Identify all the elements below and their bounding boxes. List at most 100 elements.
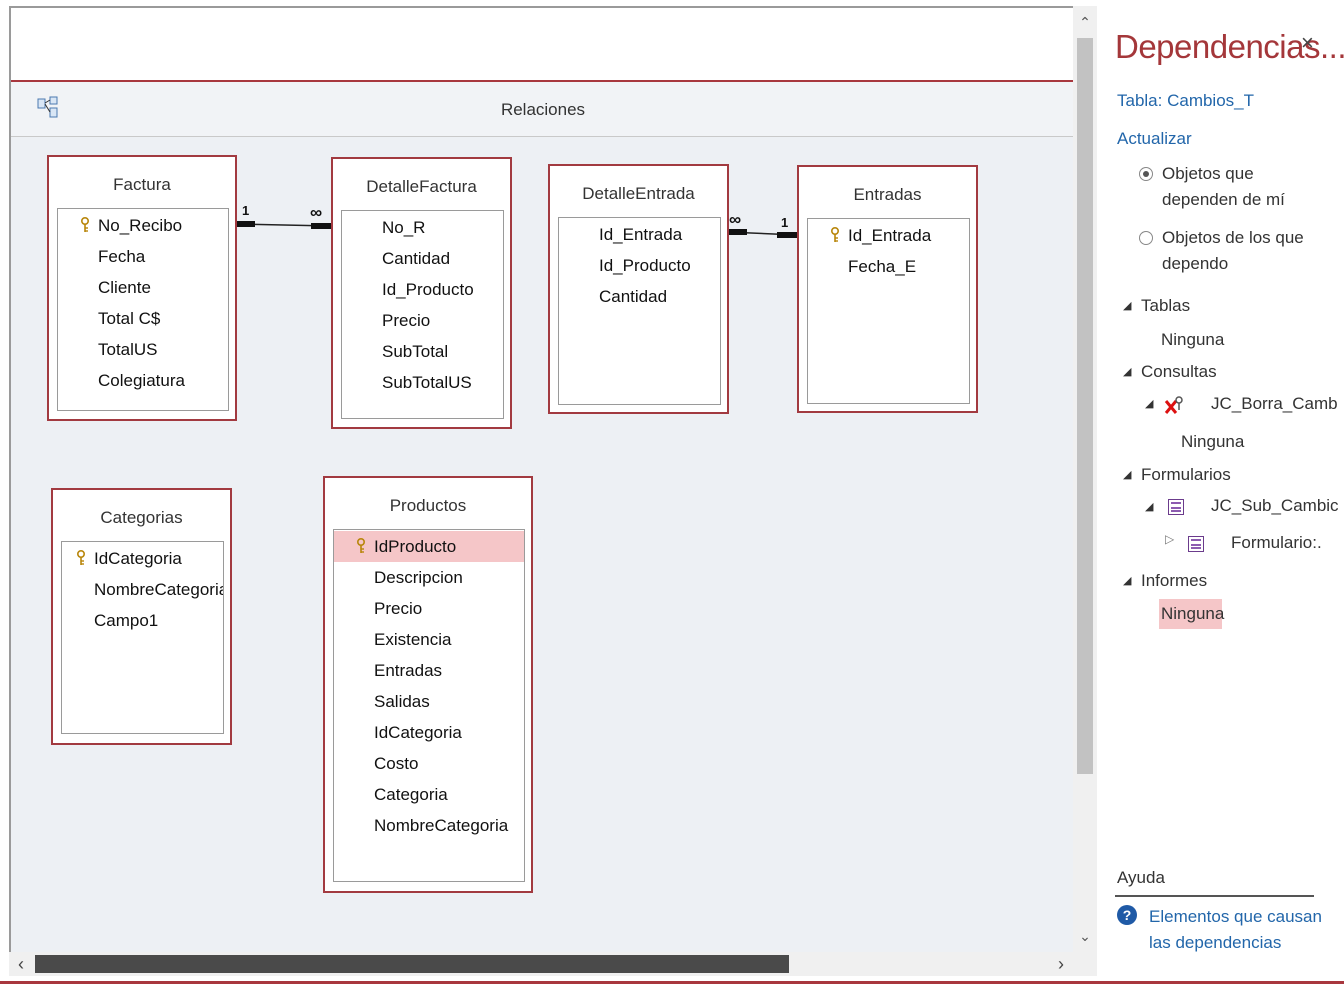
field-item[interactable]: Total C$	[58, 303, 228, 334]
table-name-link[interactable]: Tabla: Cambios_T	[1117, 91, 1254, 111]
field-item[interactable]: Cantidad	[342, 243, 503, 274]
radio-dependen-de-mi[interactable]	[1139, 167, 1153, 181]
field-item[interactable]: Colegiatura	[58, 365, 228, 396]
form-icon	[1168, 499, 1184, 515]
form-icon	[1188, 536, 1204, 552]
help-divider	[1115, 895, 1314, 897]
field-item[interactable]: Salidas	[334, 686, 524, 717]
collapse-triangle-icon[interactable]: ◢	[1123, 365, 1131, 378]
field-item[interactable]: Campo1	[62, 605, 223, 636]
table-title: Productos	[389, 496, 467, 515]
field-item[interactable]: Costo	[334, 748, 524, 779]
table-categorias[interactable]: Categorias IdCategoria NombreCategoria C…	[51, 488, 232, 745]
tree-item-subform[interactable]: Formulario:.	[1231, 533, 1322, 553]
field-item[interactable]: IdCategoria	[334, 717, 524, 748]
field-name: Salidas	[374, 692, 430, 711]
field-name: Cliente	[98, 278, 151, 297]
tree-item-query[interactable]: JC_Borra_Camb	[1211, 394, 1338, 414]
field-name: IdCategoria	[374, 723, 462, 742]
field-name: Cantidad	[599, 287, 668, 306]
help-link[interactable]: las dependencias	[1149, 933, 1281, 953]
field-item[interactable]: Id_Producto	[342, 274, 503, 305]
tree-item-value[interactable]: Ninguna	[1161, 604, 1224, 624]
field-item[interactable]: SubTotal	[342, 336, 503, 367]
table-detallefactura[interactable]: DetalleFactura No_R Cantidad Id_Producto…	[331, 157, 512, 429]
field-name: Costo	[374, 754, 419, 773]
dependencies-pane: Dependencias... × Tabla: Cambios_T Actua…	[1101, 0, 1344, 981]
field-item[interactable]: Id_Entrada	[808, 220, 969, 251]
expand-triangle-icon[interactable]: ▷	[1165, 532, 1174, 546]
table-title: Entradas	[853, 185, 922, 204]
scroll-down-icon[interactable]: ⌄	[1073, 924, 1097, 948]
table-factura[interactable]: Factura No_Recibo Fecha Cliente Total C$…	[47, 155, 237, 421]
close-icon[interactable]: ×	[1301, 30, 1314, 56]
help-title: Ayuda	[1117, 868, 1165, 887]
field-item[interactable]: Fecha_E	[808, 251, 969, 282]
scroll-right-icon[interactable]: ›	[1049, 952, 1073, 976]
field-item[interactable]: Categoria	[334, 779, 524, 810]
field-list[interactable]: Id_Entrada Fecha_E	[807, 218, 970, 404]
field-name: Existencia	[374, 630, 452, 649]
primary-key-icon	[81, 217, 89, 232]
radio-label[interactable]: Objetos que	[1162, 164, 1254, 184]
help-icon[interactable]: ?	[1117, 905, 1137, 925]
field-name: Campo1	[94, 611, 159, 630]
collapse-triangle-icon[interactable]: ◢	[1123, 299, 1131, 312]
field-name: Fecha_E	[848, 257, 917, 276]
field-item[interactable]: Precio	[342, 305, 503, 336]
tree-item-form[interactable]: JC_Sub_Cambic	[1211, 496, 1339, 516]
field-name: TotalUS	[98, 340, 158, 359]
field-item[interactable]: IdCategoria	[62, 543, 223, 574]
refresh-link[interactable]: Actualizar	[1117, 129, 1192, 149]
field-list[interactable]: Id_Entrada Id_Producto Cantidad	[558, 217, 721, 405]
help-link[interactable]: Elementos que causan	[1149, 907, 1322, 927]
horizontal-scrollbar[interactable]: ‹ ›	[9, 952, 1097, 976]
radio-label[interactable]: dependen de mí	[1162, 190, 1285, 210]
collapse-triangle-icon[interactable]: ◢	[1123, 468, 1131, 481]
radio-label[interactable]: dependo	[1162, 254, 1228, 274]
field-item[interactable]: Cantidad	[559, 281, 720, 312]
vertical-scrollbar[interactable]: ⌃ ⌄	[1073, 6, 1097, 952]
section-consultas[interactable]: Consultas	[1141, 362, 1217, 382]
field-name: Entradas	[374, 661, 443, 680]
tree-item-value: Ninguna	[1181, 432, 1245, 451]
vertical-scroll-thumb[interactable]	[1077, 38, 1093, 774]
scroll-left-icon[interactable]: ‹	[9, 952, 33, 976]
field-item[interactable]: NombreCategoria	[62, 574, 223, 605]
radio-label[interactable]: Objetos de los que	[1162, 228, 1304, 248]
section-informes[interactable]: Informes	[1141, 571, 1207, 591]
relationships-workspace: Relaciones 1 ∞ ∞ 1 Factura No_Recibo Fec…	[9, 6, 1075, 954]
field-item[interactable]: Cliente	[58, 272, 228, 303]
field-item[interactable]: Fecha	[58, 241, 228, 272]
field-list[interactable]: No_R Cantidad Id_Producto Precio SubTota…	[341, 210, 504, 419]
table-detalleentrada[interactable]: DetalleEntrada Id_Entrada Id_Producto Ca…	[548, 164, 729, 414]
table-entradas[interactable]: Entradas Id_Entrada Fecha_E	[797, 165, 978, 413]
field-item-selected[interactable]: IdProducto	[334, 531, 524, 562]
field-list[interactable]: No_Recibo Fecha Cliente Total C$ TotalUS…	[57, 208, 229, 411]
field-item[interactable]: Existencia	[334, 624, 524, 655]
collapse-triangle-icon[interactable]: ◢	[1145, 397, 1153, 410]
field-item[interactable]: SubTotalUS	[342, 367, 503, 398]
field-name: Colegiatura	[98, 371, 185, 390]
section-formularios[interactable]: Formularios	[1141, 465, 1231, 485]
collapse-triangle-icon[interactable]: ◢	[1145, 500, 1153, 513]
field-item[interactable]: No_R	[342, 212, 503, 243]
scroll-up-icon[interactable]: ⌃	[1073, 10, 1097, 34]
field-item[interactable]: TotalUS	[58, 334, 228, 365]
field-item[interactable]: Precio	[334, 593, 524, 624]
field-name: NombreCategoria	[374, 816, 509, 835]
horizontal-scroll-thumb[interactable]	[35, 955, 789, 973]
table-productos[interactable]: Productos IdProducto Descripcion Precio …	[323, 476, 533, 893]
collapse-triangle-icon[interactable]: ◢	[1123, 574, 1131, 587]
document-tab-strip	[11, 8, 1075, 82]
field-item[interactable]: Id_Entrada	[559, 219, 720, 250]
field-item[interactable]: Entradas	[334, 655, 524, 686]
field-item[interactable]: Descripcion	[334, 562, 524, 593]
field-item[interactable]: NombreCategoria	[334, 810, 524, 841]
radio-los-que-dependo[interactable]	[1139, 231, 1153, 245]
field-list[interactable]: IdProducto Descripcion Precio Existencia…	[333, 529, 525, 882]
field-list[interactable]: IdCategoria NombreCategoria Campo1	[61, 541, 224, 734]
section-tablas[interactable]: Tablas	[1141, 296, 1190, 316]
field-item[interactable]: Id_Producto	[559, 250, 720, 281]
field-item[interactable]: No_Recibo	[58, 210, 228, 241]
